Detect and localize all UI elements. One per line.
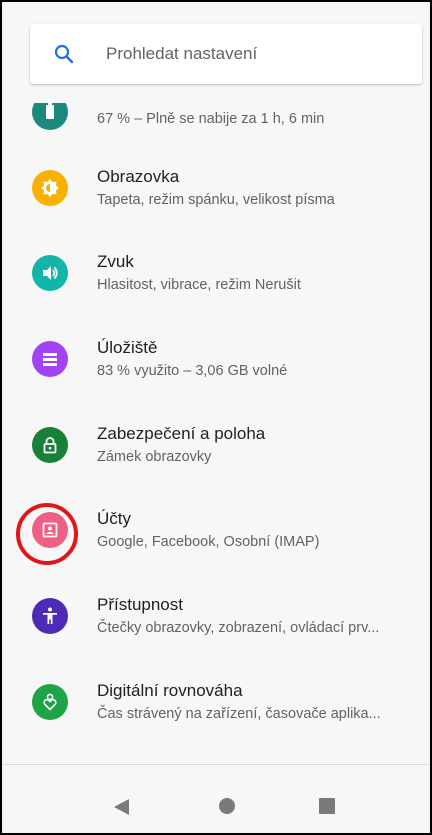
navigation-bar: [2, 765, 430, 833]
settings-list[interactable]: 67 % – Plně se nabije za 1 h, 6 min Obra…: [2, 82, 430, 762]
settings-item-title: Zvuk: [97, 252, 134, 271]
settings-item-title: Úložiště: [97, 338, 158, 357]
brightness-icon: [32, 170, 68, 206]
settings-item-subtitle: Google, Facebook, Osobní (IMAP): [97, 534, 320, 550]
settings-item-accounts[interactable]: Účty Google, Facebook, Osobní (IMAP): [2, 490, 430, 570]
settings-item-subtitle: Čas strávený na zařízení, časovače aplik…: [97, 706, 381, 722]
settings-item-sound[interactable]: Zvuk Hlasitost, vibrace, režim Nerušit: [2, 233, 430, 313]
settings-item-accessibility[interactable]: Přístupnost Čtečky obrazovky, zobrazení,…: [2, 576, 430, 656]
search-header: Prohledat nastavení: [2, 2, 430, 103]
settings-item-wellbeing[interactable]: Digitální rovnováha Čas strávený na zaří…: [2, 662, 430, 742]
recents-icon[interactable]: [318, 797, 336, 815]
settings-screen: 67 % – Plně se nabije za 1 h, 6 min Obra…: [0, 0, 432, 835]
volume-icon: [32, 255, 68, 291]
settings-item-subtitle: 67 % – Plně se nabije za 1 h, 6 min: [97, 111, 325, 127]
back-icon[interactable]: [112, 797, 132, 817]
search-icon: [54, 44, 74, 64]
settings-item-title: Účty: [97, 509, 131, 528]
settings-item-title: Přístupnost: [97, 595, 183, 614]
settings-item-security[interactable]: Zabezpečení a poloha Zámek obrazovky: [2, 405, 430, 485]
account-icon: [32, 512, 68, 548]
search-bar[interactable]: Prohledat nastavení: [30, 24, 422, 84]
storage-icon: [32, 341, 68, 377]
settings-item-title: Obrazovka: [97, 167, 180, 186]
settings-item-subtitle: Hlasitost, vibrace, režim Nerušit: [97, 277, 301, 293]
settings-item-storage[interactable]: Úložiště 83 % využito – 3,06 GB volné: [2, 319, 430, 399]
settings-item-title: Digitální rovnováha: [97, 681, 243, 700]
settings-item-title: Zabezpečení a poloha: [97, 424, 266, 443]
lock-icon: [32, 427, 68, 463]
settings-item-subtitle: Čtečky obrazovky, zobrazení, ovládací pr…: [97, 620, 380, 636]
settings-item-subtitle: 83 % využito – 3,06 GB volné: [97, 363, 288, 379]
settings-item-subtitle: Zámek obrazovky: [97, 449, 212, 465]
wellbeing-icon: [32, 684, 68, 720]
home-icon[interactable]: [218, 797, 236, 815]
search-placeholder: Prohledat nastavení: [106, 44, 258, 63]
accessibility-icon: [32, 598, 68, 634]
settings-item-display[interactable]: Obrazovka Tapeta, režim spánku, velikost…: [2, 148, 430, 228]
settings-item-subtitle: Tapeta, režim spánku, velikost písma: [97, 192, 335, 208]
